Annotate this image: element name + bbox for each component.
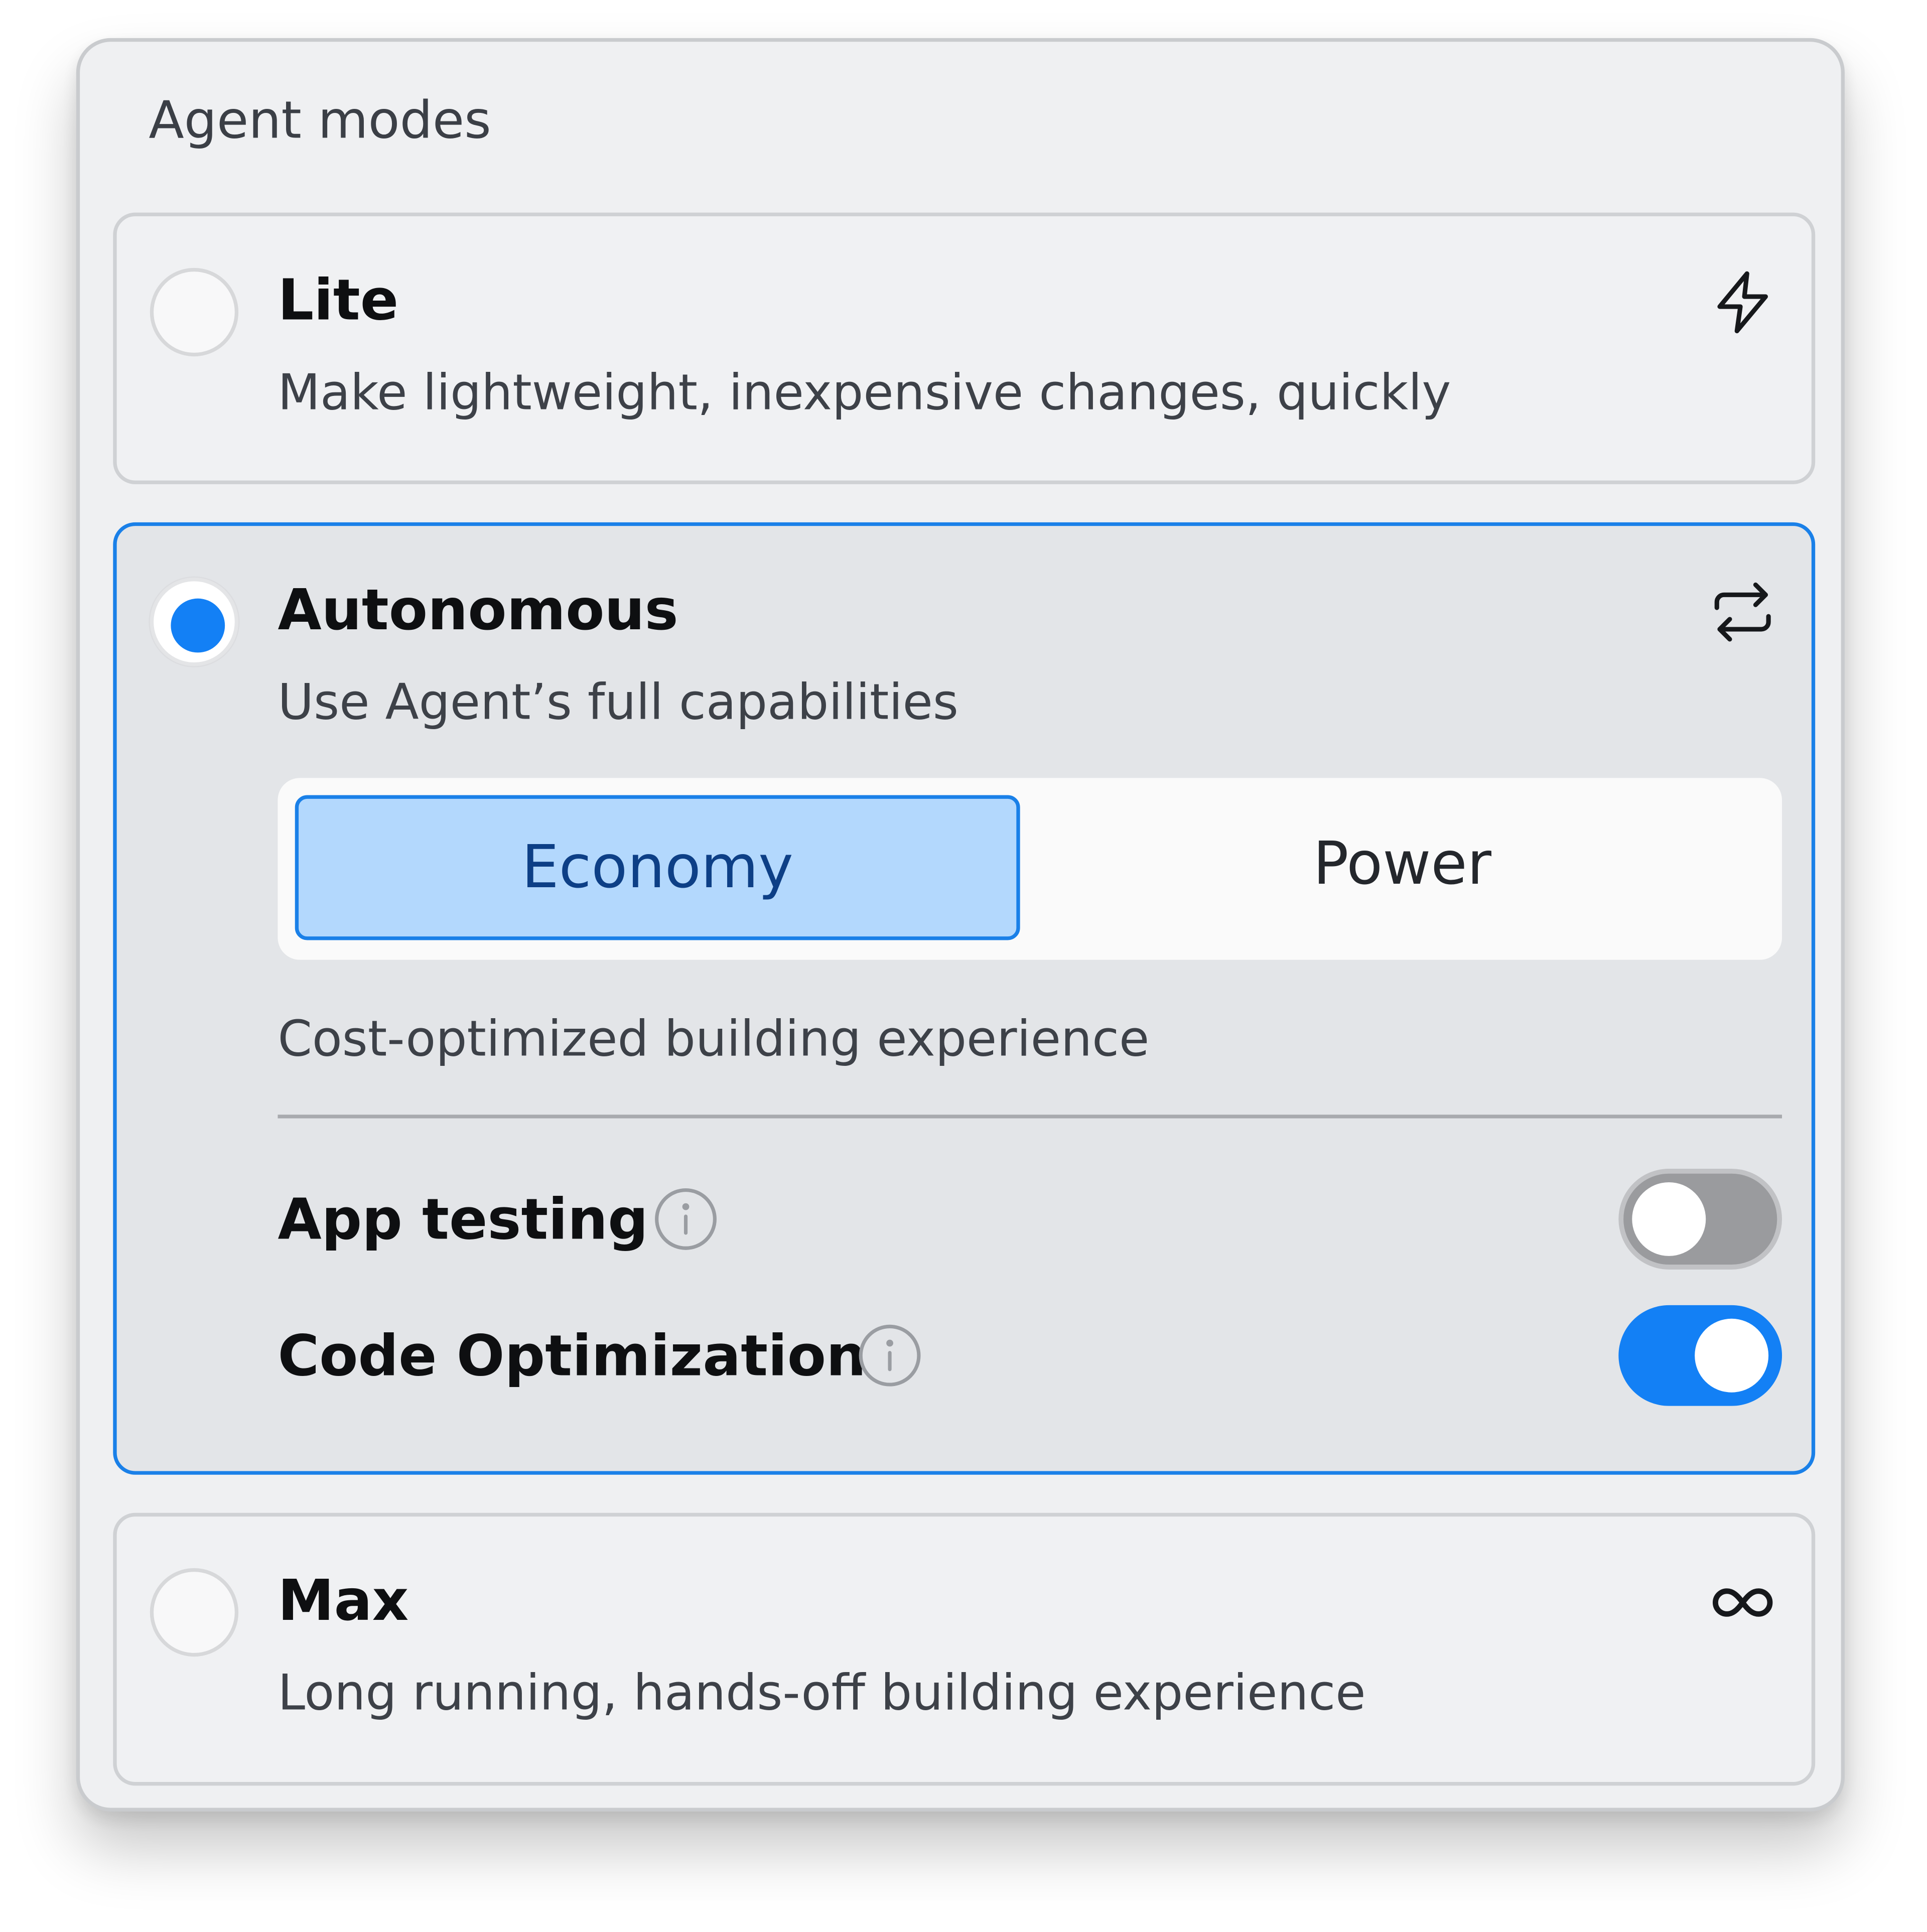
power-option-button[interactable]: Power: [1040, 795, 1765, 940]
mode-title: Autonomous: [278, 576, 678, 643]
max-radio[interactable]: [150, 1568, 239, 1657]
agent-modes-panel: Agent modes Lite Make lightweight, inexp…: [76, 38, 1845, 1812]
mode-description: Make lightweight, inexpensive changes, q…: [278, 365, 1451, 422]
mode-title: Lite: [278, 266, 399, 333]
autonomous-radio[interactable]: [150, 578, 239, 666]
app-testing-toggle[interactable]: [1618, 1168, 1782, 1270]
code-optimization-label: Code Optimization: [278, 1322, 867, 1389]
mode-option-autonomous[interactable]: Autonomous Use Agent’s full capabilities…: [113, 522, 1816, 1475]
mode-title: Max: [278, 1567, 409, 1633]
mode-option-lite[interactable]: Lite Make lightweight, inexpensive chang…: [113, 212, 1816, 484]
variant-description: Cost-optimized building experience: [278, 1011, 1150, 1068]
divider: [278, 1115, 1782, 1119]
lite-radio[interactable]: [150, 267, 239, 357]
stage: Agent modes Lite Make lightweight, inexp…: [0, 0, 1927, 1932]
autonomous-variant-selector: Economy Power: [278, 778, 1782, 960]
swap-arrows-icon: [1708, 578, 1777, 646]
radio-selected-dot: [171, 598, 225, 653]
mode-description: Use Agent’s full capabilities: [278, 674, 958, 732]
mode-option-max[interactable]: Max Long running, hands-off building exp…: [113, 1512, 1816, 1786]
infinity-icon: [1708, 1568, 1777, 1637]
panel-title: Agent modes: [149, 89, 491, 150]
lightning-bolt-icon: [1708, 268, 1777, 337]
mode-description: Long running, hands-off building experie…: [278, 1665, 1366, 1722]
app-testing-label: App testing: [278, 1186, 648, 1253]
code-optimization-toggle[interactable]: [1618, 1305, 1782, 1406]
info-icon[interactable]: [652, 1186, 719, 1252]
toggle-knob: [1632, 1182, 1706, 1256]
economy-option-button[interactable]: Economy: [295, 795, 1020, 940]
toggle-knob: [1695, 1318, 1769, 1393]
info-icon[interactable]: [857, 1322, 923, 1389]
